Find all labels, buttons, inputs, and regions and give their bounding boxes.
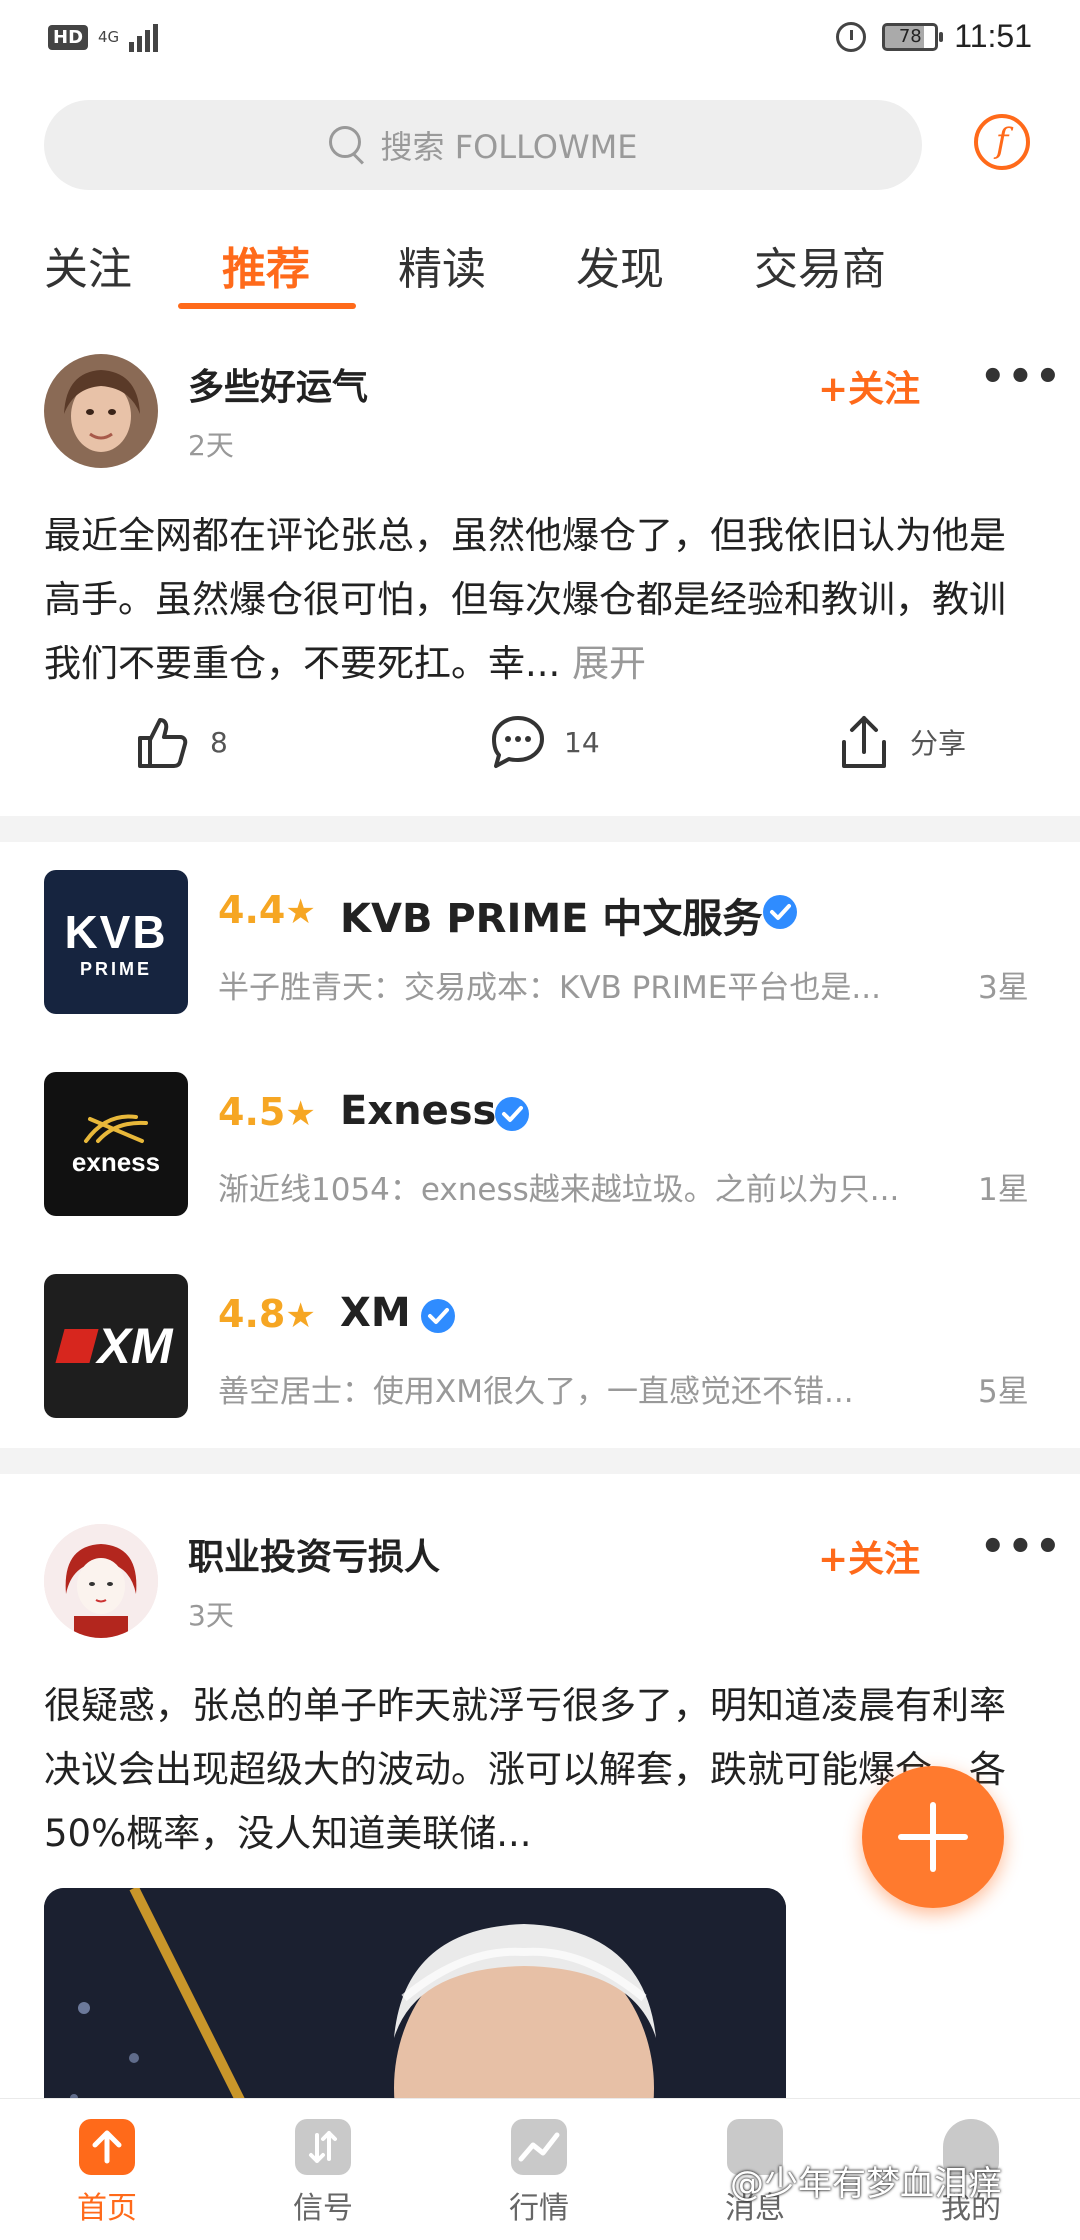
alarm-icon — [836, 21, 867, 52]
verified-icon — [421, 1299, 455, 1333]
avatar[interactable] — [44, 1524, 158, 1638]
broker-score: 4.8★ — [218, 1292, 316, 1336]
tab-featured[interactable]: 精读 — [398, 233, 486, 297]
nav-signal[interactable]: 信号 — [248, 2119, 398, 2227]
post-image[interactable] — [44, 1888, 786, 2128]
nav-market[interactable]: 行情 — [464, 2119, 614, 2227]
star-icon: ★ — [285, 1296, 316, 1336]
logo-text: exness — [71, 1146, 161, 1177]
tab-follow[interactable]: 关注 — [44, 233, 132, 297]
post-text: 最近全网都在评论张总，虽然他爆仓了，但我依旧认为他是高手。虽然爆仓很可怕，但每次… — [44, 514, 1006, 685]
battery-icon: 78 — [882, 22, 944, 51]
nav-label: 信号 — [293, 2191, 353, 2226]
broker-name: Exness — [340, 1088, 497, 1134]
broker-name: XM — [340, 1290, 411, 1336]
follow-button[interactable]: +关注 — [818, 1530, 920, 1582]
share-button[interactable]: 分享 — [834, 712, 966, 772]
post-actions: 8 14 分享 — [0, 712, 1080, 792]
share-icon — [842, 716, 886, 768]
broker-score: 4.5★ — [218, 1090, 316, 1134]
logo-text: KVB — [64, 905, 168, 958]
follow-button[interactable]: +关注 — [818, 360, 920, 412]
home-icon — [79, 2119, 135, 2175]
broker-logo-kvb: KVB PRIME — [44, 870, 188, 1014]
nav-label: 行情 — [509, 2191, 569, 2226]
star-icon: ★ — [285, 892, 316, 932]
feed-tabs: 关注 推荐 精读 发现 交易商 — [0, 225, 1080, 315]
status-right: 78 11:51 — [836, 18, 1032, 55]
search-bar[interactable]: 搜索 FOLLOWME — [44, 100, 922, 190]
broker-rating: 5星 — [978, 1374, 1029, 1410]
tab-discover[interactable]: 发现 — [576, 233, 664, 297]
status-left: HD 4G — [48, 22, 159, 52]
logo-subtext: PRIME — [79, 958, 152, 979]
author-name[interactable]: 职业投资亏损人 — [188, 1528, 440, 1580]
post-time: 3天 — [188, 1599, 234, 1632]
watermark: @少年有梦血泪痒 — [730, 2164, 1002, 2204]
share-label: 分享 — [910, 727, 967, 760]
broker-item[interactable]: exness 4.5★ Exness 渐近线1054：exness越来越垃圾。之… — [0, 1072, 1080, 1222]
signal-strength-icon — [129, 22, 159, 52]
section-divider — [0, 816, 1080, 842]
broker-name: KVB PRIME 中文服务 — [340, 896, 763, 942]
post-content[interactable]: 最近全网都在评论张总，虽然他爆仓了，但我依旧认为他是高手。虽然爆仓很可怕，但每次… — [44, 504, 1036, 696]
like-count: 8 — [210, 725, 228, 759]
like-button[interactable]: 8 — [134, 712, 228, 772]
xm-mark-icon — [54, 1329, 99, 1363]
avatar[interactable] — [44, 354, 158, 468]
broker-score: 4.4★ — [218, 888, 316, 932]
score-value: 4.8 — [218, 1292, 286, 1336]
followme-coin-icon[interactable]: f — [974, 114, 1030, 170]
tab-brokers[interactable]: 交易商 — [754, 233, 886, 297]
create-post-button[interactable] — [862, 1766, 1004, 1908]
more-options-icon[interactable]: ••• — [980, 1524, 1063, 1570]
status-bar: HD 4G 78 11:51 — [0, 0, 1080, 80]
hd-indicator: HD — [48, 24, 89, 50]
broker-rating: 1星 — [978, 1172, 1029, 1208]
tab-recommend[interactable]: 推荐 — [222, 233, 310, 297]
search-icon — [328, 126, 367, 164]
broker-item[interactable]: KVB PRIME 4.4★ KVB PRIME 中文服务 半子胜青天：交易成本… — [0, 870, 1080, 1020]
clock: 11:51 — [954, 18, 1032, 54]
nav-home[interactable]: 首页 — [32, 2119, 182, 2227]
active-tab-indicator — [178, 303, 356, 309]
broker-review: 半子胜青天：交易成本：KVB PRIME平台也是... — [218, 970, 881, 1006]
broker-review: 善空居士：使用XM很久了，一直感觉还不错... — [218, 1374, 854, 1410]
broker-logo-exness: exness — [44, 1072, 188, 1216]
post-time: 2天 — [188, 429, 234, 462]
comment-button[interactable]: 14 — [488, 712, 600, 772]
market-icon — [511, 2119, 567, 2175]
nav-label: 首页 — [77, 2191, 137, 2226]
broker-logo-xm: XM — [44, 1274, 188, 1418]
more-options-icon[interactable]: ••• — [980, 354, 1063, 400]
author-name[interactable]: 多些好运气 — [188, 358, 368, 410]
score-value: 4.4 — [218, 888, 286, 932]
comment-icon — [492, 716, 544, 768]
comment-count: 14 — [564, 725, 600, 759]
thumbs-up-icon — [138, 718, 188, 768]
expand-link[interactable]: 展开 — [572, 642, 646, 685]
broker-rating: 3星 — [978, 970, 1029, 1006]
network-type: 4G — [98, 27, 120, 46]
signal-icon — [295, 2119, 351, 2175]
broker-review: 渐近线1054：exness越来越垃圾。之前以为只... — [218, 1172, 900, 1208]
exness-mark-icon — [84, 1114, 148, 1143]
verified-icon — [763, 895, 797, 929]
broker-item[interactable]: XM 4.8★ XM 善空居士：使用XM很久了，一直感觉还不错... 5星 — [0, 1274, 1080, 1424]
verified-icon — [495, 1097, 529, 1131]
search-placeholder: 搜索 FOLLOWME — [380, 128, 638, 166]
section-divider — [0, 1448, 1080, 1474]
score-value: 4.5 — [218, 1090, 286, 1134]
logo-text: XM — [97, 1318, 173, 1374]
star-icon: ★ — [285, 1094, 316, 1134]
